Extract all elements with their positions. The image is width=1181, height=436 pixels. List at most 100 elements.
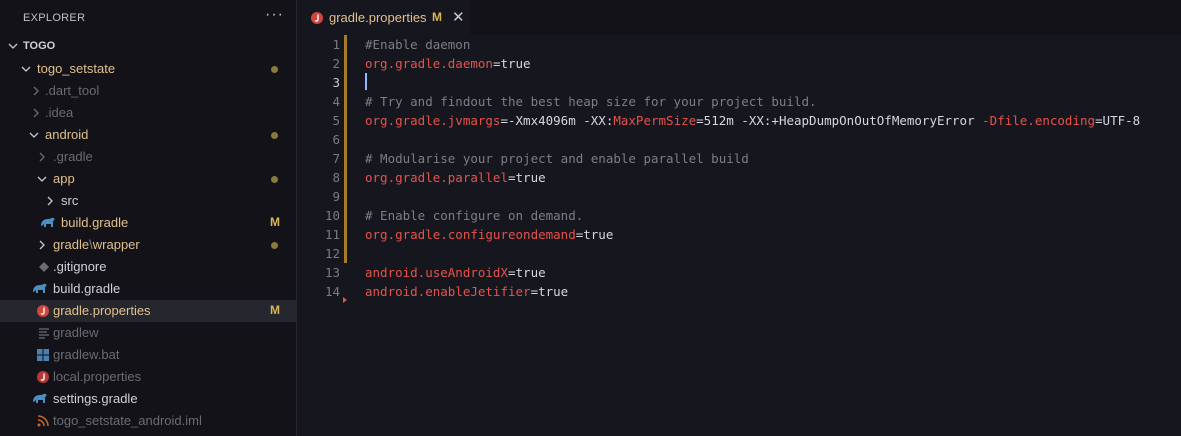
tree-item-label: gradlew [53,325,99,340]
line-number: 14 [324,284,340,299]
chevron-down-icon [8,40,18,52]
property-value: true [515,265,546,280]
property-key: android.useAndroidX [365,265,508,280]
comment-token: #Enable daemon [365,37,471,52]
chevron-right-icon [45,195,55,207]
tree-folder-android[interactable]: android [0,124,296,146]
tree-folder-gradle-wrapper[interactable]: gradle\wrapper [0,234,296,256]
java-properties-icon [36,370,50,384]
equals-token: = [500,113,508,128]
property-key: org.gradle.parallel [365,170,508,185]
tree-item-label: gradle.properties [53,303,151,318]
modified-dot [271,66,278,73]
equals-token: = [530,284,539,299]
tab-modified-badge: M [432,10,442,24]
more-actions-icon[interactable]: ··· [265,6,284,24]
code-line: # Try and findout the best heap size for… [365,94,817,109]
workspace-root-togo[interactable]: TOGO [0,35,296,57]
property-value: true [515,170,546,185]
line-number: 10 [324,208,340,223]
code-line: android.enableJetifier=true [365,284,568,299]
tree-item-label: settings.gradle [53,391,138,406]
property-value: true [500,56,531,71]
property-key: org.gradle.configureondemand [365,227,576,242]
line-number: 6 [332,132,340,147]
close-icon[interactable]: ✕ [452,8,465,26]
tree-file-app-build-gradle[interactable]: build.gradle M [0,212,296,234]
tree-file-iml[interactable]: togo_setstate_android.iml [0,410,296,432]
modified-dot [271,176,278,183]
value-key-part: -Dfile.encoding [982,113,1096,128]
tree-file-settings-gradle[interactable]: settings.gradle [0,388,296,410]
equals-token: = [508,170,516,185]
property-key: android.enableJetifier [365,284,531,299]
chevron-right-icon [37,151,47,163]
editor-tab-bar: gradle.properties M ✕ [297,0,1181,35]
tree-folder-togo_setstate[interactable]: togo_setstate [0,58,296,80]
chevron-right-icon [31,107,41,119]
chevron-down-icon [21,63,31,75]
property-key: org.gradle.daemon [365,56,493,71]
text-cursor [365,73,367,90]
rss-feed-icon [36,414,50,428]
value-part: -Xmx4096m -XX: [508,113,614,128]
line-number: 5 [332,113,340,128]
workspace-root-label: TOGO [23,40,56,52]
tree-item-label-part1: gradle [53,237,90,252]
modified-dot [271,242,278,249]
tree-file-gradlew-bat[interactable]: gradlew.bat [0,344,296,366]
tree-item-label: .gitignore [53,259,107,274]
line-number: 4 [332,94,340,109]
tree-item-label: app [53,171,75,186]
git-diamond-icon [37,260,51,274]
line-number: 7 [332,151,340,166]
modified-dot [271,132,278,139]
comment-token: # Modularise your project and enable par… [365,151,749,166]
tree-file-local-properties[interactable]: local.properties [0,366,296,388]
tree-folder-gradle-cache[interactable]: .gradle [0,146,296,168]
code-line: # Enable configure on demand. [365,208,583,223]
tree-item-label: .gradle [53,149,93,164]
property-value: true [538,284,569,299]
java-properties-icon [310,11,324,25]
tree-item-label: src [61,193,79,208]
line-number: 2 [332,56,340,71]
code-line: org.gradle.daemon=true [365,56,531,71]
gradle-elephant-icon [32,392,47,406]
tree-file-gradle-properties[interactable]: gradle.properties M [0,300,296,322]
value-key-part: MaxPermSize [613,113,697,128]
tree-item-label: build.gradle [53,281,121,296]
tree-file-build-gradle[interactable]: build.gradle [0,278,296,300]
tree-item-label: gradlew.bat [53,347,120,362]
line-number-active: 3 [332,75,340,90]
tab-label: gradle.properties [329,10,427,25]
tree-file-gradlew[interactable]: gradlew [0,322,296,344]
gradle-elephant-icon [40,216,55,230]
tree-item-label: .dart_tool [45,83,100,98]
tree-item-label: .idea [45,105,74,120]
modified-badge: M [270,303,280,317]
tree-item-label: local.properties [53,369,142,384]
code-line: # Modularise your project and enable par… [365,151,749,166]
code-line: org.gradle.configureondemand=true [365,227,613,242]
tree-file-gitignore[interactable]: .gitignore [0,256,296,278]
property-key: org.gradle.jvmargs [365,113,501,128]
line-number: 1 [332,37,340,52]
text-lines-icon [37,326,51,340]
tree-folder-app[interactable]: app [0,168,296,190]
value-part: =512m -XX:+HeapDumpOnOutOfMemoryError [696,113,983,128]
tree-folder-idea[interactable]: .idea [0,102,296,124]
property-value: true [583,227,614,242]
tree-folder-src[interactable]: src [0,190,296,212]
tree-folder-dart_tool[interactable]: .dart_tool [0,80,296,102]
code-editor[interactable]: 1 2 3 4 5 6 7 8 9 10 11 12 13 14 #Enable… [297,35,1181,436]
chevron-right-icon [37,239,47,251]
tree-item-label: togo_setstate [37,61,116,76]
tree-item-label: gradle\wrapper [53,237,140,252]
tree-item-label: build.gradle [61,215,129,230]
java-properties-icon [36,304,50,318]
modified-badge: M [270,215,280,229]
code-line: android.useAndroidX=true [365,265,546,280]
comment-token: # Try and findout the best heap size for… [365,94,817,109]
tab-gradle-properties[interactable]: gradle.properties M ✕ [297,0,470,35]
